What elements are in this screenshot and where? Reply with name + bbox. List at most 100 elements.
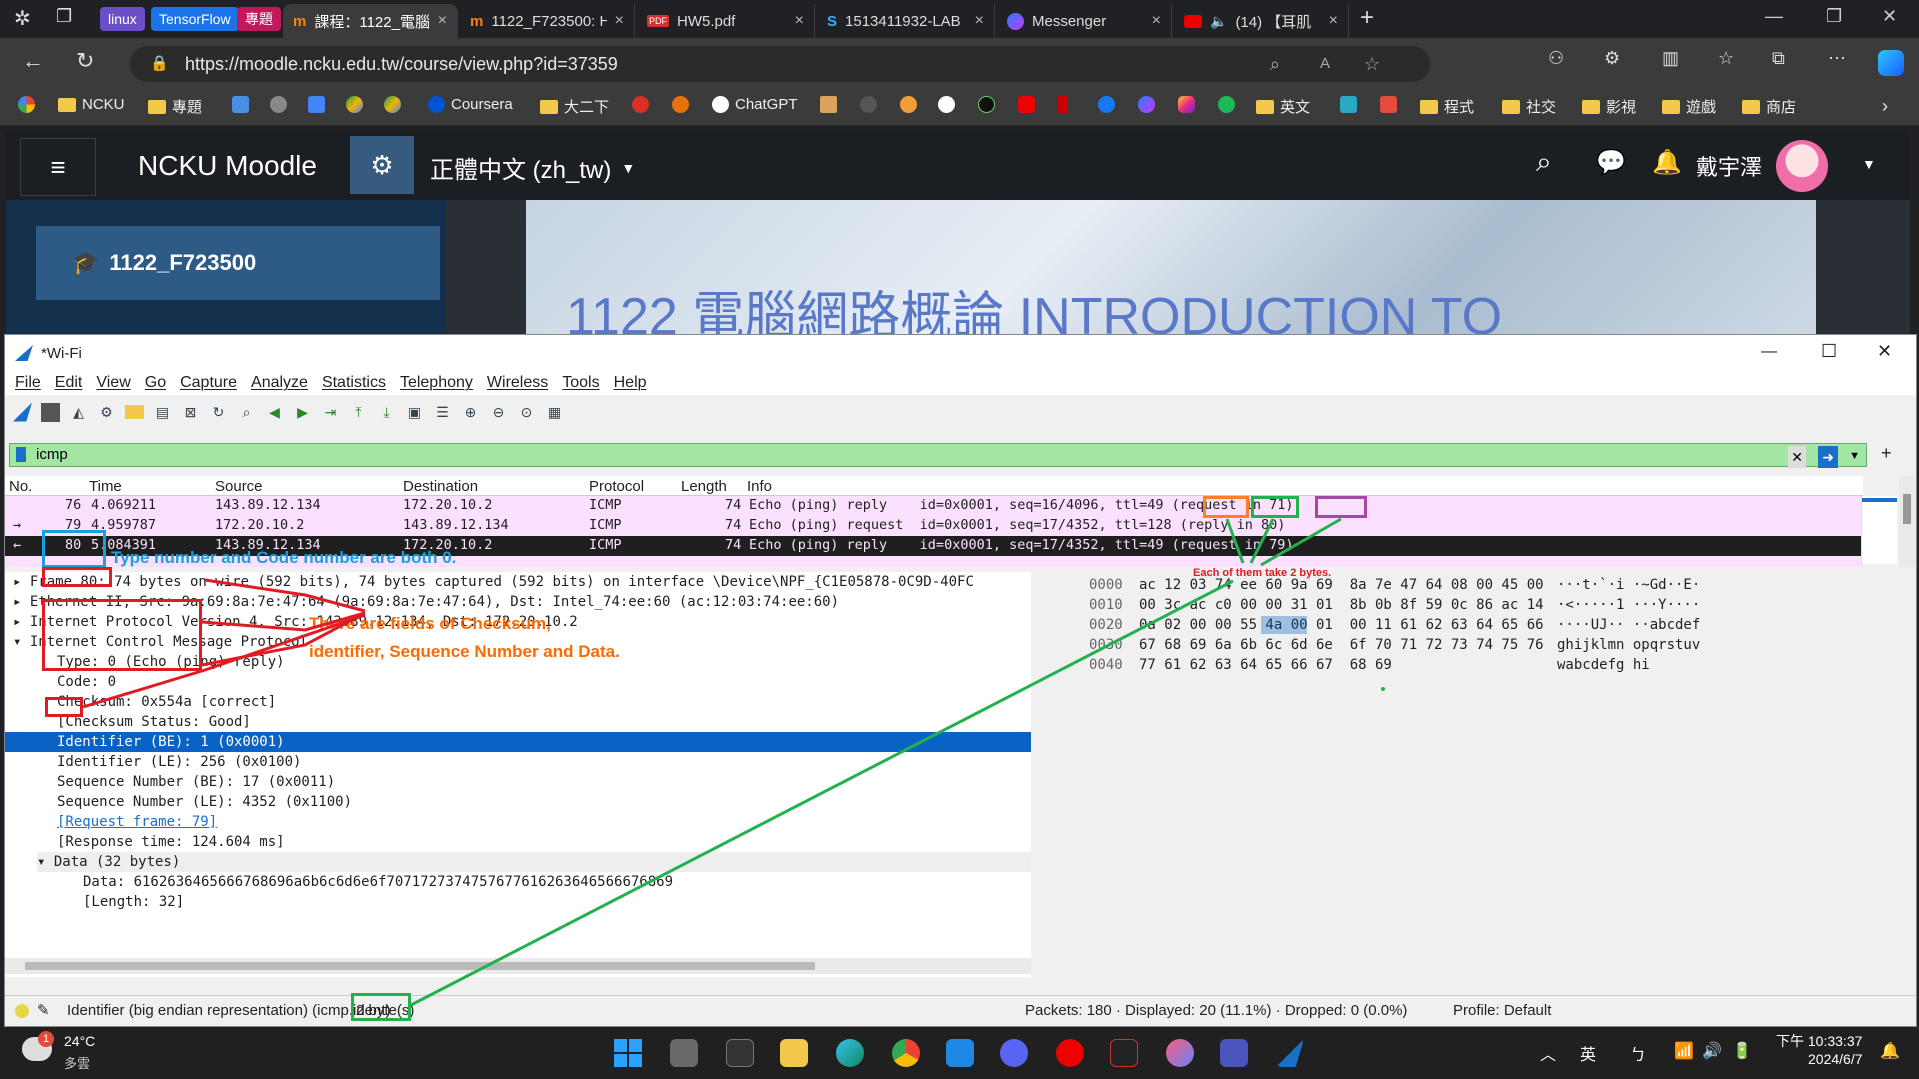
bookmark-store[interactable]: 商店 — [1742, 96, 1796, 117]
terminal-icon[interactable] — [726, 1039, 754, 1067]
youtube-bookmark-icon[interactable] — [1018, 96, 1035, 113]
tab-lab[interactable]: S 1513411932-LAB W × — [817, 4, 995, 38]
go-back-icon[interactable]: ◀ — [265, 403, 284, 422]
column-header-destination[interactable]: Destination — [403, 478, 478, 495]
drive-bookmark-icon[interactable] — [346, 96, 363, 113]
detail-code[interactable]: Code: 0 — [57, 672, 116, 692]
tab-messenger[interactable]: Messenger × — [997, 4, 1172, 38]
first-packet-icon[interactable]: ⤒ — [349, 403, 368, 422]
more-icon[interactable]: ⋯ — [1828, 48, 1846, 69]
autoscroll-icon[interactable]: ▣ — [405, 403, 424, 422]
expand-arrow-icon[interactable]: ▸ — [13, 574, 30, 590]
user-name[interactable]: 戴宇澤 — [1696, 150, 1762, 182]
close-icon[interactable]: × — [615, 12, 624, 30]
file-explorer-icon[interactable] — [780, 1039, 808, 1067]
temperature[interactable]: 24°C — [64, 1033, 95, 1049]
site-name[interactable]: NCKU Moodle — [138, 150, 317, 182]
apple-bookmark-icon[interactable] — [270, 96, 287, 113]
tab-actions-icon[interactable]: ❐ — [56, 6, 72, 27]
detail-sequence-le[interactable]: Sequence Number (LE): 4352 (0x1100) — [57, 792, 352, 812]
hamburger-menu-button[interactable]: ≡ — [20, 138, 96, 196]
menu-telephony[interactable]: Telephony — [400, 374, 473, 392]
translate-bookmark-icon[interactable] — [308, 96, 325, 113]
edge-icon[interactable] — [836, 1039, 864, 1067]
collapse-arrow-icon[interactable]: ▾ — [13, 634, 30, 650]
input-mode-icon[interactable]: ㄅ — [1630, 1041, 1646, 1065]
bookmark-sophomore[interactable]: 大二下 — [540, 96, 609, 117]
menu-go[interactable]: Go — [145, 374, 166, 392]
detail-checksum-status[interactable]: [Checksum Status: Good] — [57, 712, 251, 732]
packet-list-scrollbar[interactable] — [1899, 476, 1915, 567]
wireshark-taskbar-icon[interactable] — [1276, 1039, 1304, 1067]
chrome-icon[interactable] — [892, 1039, 920, 1067]
clock-time[interactable]: 下午 10:33:37 — [1776, 1031, 1862, 1051]
expand-arrow-icon[interactable]: ▸ — [13, 614, 30, 630]
favorites-icon[interactable]: ☆ — [1718, 48, 1734, 69]
column-header-time[interactable]: Time — [89, 478, 122, 495]
app3-bookmark-icon[interactable] — [900, 96, 917, 113]
capture-options-icon[interactable]: ⚙ — [97, 403, 116, 422]
course-title-card[interactable]: 🎓 1122_F723500 — [36, 226, 440, 300]
close-icon[interactable]: × — [975, 12, 984, 30]
tab-homework[interactable]: m 1122_F723500: Hom × — [460, 4, 635, 38]
bookmarks-overflow-icon[interactable]: › — [1882, 96, 1888, 117]
expand-arrow-icon[interactable]: ▸ — [13, 594, 30, 610]
bookmark-ncku[interactable]: NCKU — [58, 96, 125, 113]
app4-bookmark-icon[interactable] — [978, 96, 995, 113]
github-bookmark-icon[interactable] — [938, 96, 955, 113]
zoom-out-icon[interactable]: ⊖ — [489, 403, 508, 422]
detail-identifier-be-selected[interactable]: Identifier (BE): 1 (0x0001) — [5, 732, 1031, 752]
messages-icon[interactable]: 💬 — [1596, 148, 1626, 177]
battery-icon[interactable]: 🔋 — [1732, 1041, 1752, 1061]
stop-capture-icon[interactable] — [41, 402, 60, 422]
bookmark-social[interactable]: 社交 — [1502, 96, 1556, 117]
display-filter-input[interactable]: icmp ✕ ➜ ▼ — [9, 443, 1867, 468]
bookmark-programming[interactable]: 程式 — [1420, 96, 1474, 117]
speaker-icon[interactable]: 🔈 — [1210, 13, 1227, 30]
browser-app-icon[interactable]: ✲ — [14, 6, 31, 31]
copilot-icon[interactable] — [1878, 50, 1904, 76]
table-row[interactable]: 76 4.069211 143.89.12.134 172.20.10.2 IC… — [5, 496, 1863, 516]
detail-request-frame-link[interactable]: [Request frame: 79] — [57, 812, 217, 832]
maximize-icon[interactable]: ❐ — [1826, 6, 1842, 27]
column-header-no[interactable]: No. — [9, 478, 32, 495]
minimize-icon[interactable]: — — [1761, 343, 1777, 361]
close-icon[interactable]: × — [1152, 12, 1161, 30]
tab-group-chip-tensorflow[interactable]: TensorFlow — [151, 7, 239, 31]
ime-indicator[interactable]: 英 — [1580, 1041, 1596, 1065]
detail-frame[interactable]: ▸ Frame 80: 74 bytes on wire (592 bits),… — [13, 572, 974, 592]
discord-icon[interactable] — [1000, 1039, 1028, 1067]
clock-date[interactable]: 2024/6/7 — [1808, 1051, 1863, 1067]
youtube-music-icon[interactable] — [1056, 1039, 1084, 1067]
search-icon[interactable]: ⌕ — [1536, 146, 1552, 179]
wifi-icon[interactable]: 📶 — [1674, 1041, 1694, 1061]
hex-bytes-row[interactable]: 77 61 62 63 64 65 66 67 68 69 — [1139, 656, 1392, 674]
back-icon[interactable]: ← — [22, 48, 44, 74]
tab-moodle-course[interactable]: m 課程：1122_電腦網路 × — [283, 4, 458, 38]
bookmark-media[interactable]: 影視 — [1582, 96, 1636, 117]
menu-edit[interactable]: Edit — [55, 374, 83, 392]
predator-icon[interactable] — [1110, 1039, 1138, 1067]
task-view-icon[interactable] — [670, 1039, 698, 1067]
detail-sequence-be[interactable]: Sequence Number (BE): 17 (0x0011) — [57, 772, 335, 792]
zoom-icon[interactable]: ⌕ — [1270, 46, 1280, 82]
pane-splitter[interactable] — [1031, 572, 1089, 977]
volume-icon[interactable]: 🔊 — [1702, 1041, 1722, 1061]
resize-columns-icon[interactable]: ▦ — [545, 403, 564, 422]
bookmark-chatgpt[interactable]: ChatGPT — [712, 96, 798, 113]
close-icon[interactable]: × — [438, 12, 447, 30]
last-packet-icon[interactable]: ⤓ — [377, 403, 396, 422]
tab-hw5-pdf[interactable]: PDF HW5.pdf × — [637, 4, 815, 38]
details-hscrollbar[interactable] — [5, 958, 1031, 974]
new-tab-icon[interactable]: + — [1360, 4, 1374, 32]
status-profile[interactable]: Profile: Default — [1453, 1002, 1551, 1019]
app5-bookmark-icon[interactable] — [1340, 96, 1357, 113]
start-windows-icon[interactable] — [614, 1039, 642, 1067]
user-menu-caret-icon[interactable]: ▼ — [1862, 156, 1876, 172]
instagram-bookmark-icon[interactable] — [1178, 96, 1195, 113]
close-window-icon[interactable]: ✕ — [1877, 341, 1892, 362]
detail-response-time[interactable]: [Response time: 124.604 ms] — [57, 832, 285, 852]
extension-icon[interactable]: ⚇ — [1548, 48, 1564, 69]
avatar[interactable] — [1776, 140, 1828, 192]
detail-data[interactable]: ▾ Data (32 bytes) — [37, 852, 1031, 872]
